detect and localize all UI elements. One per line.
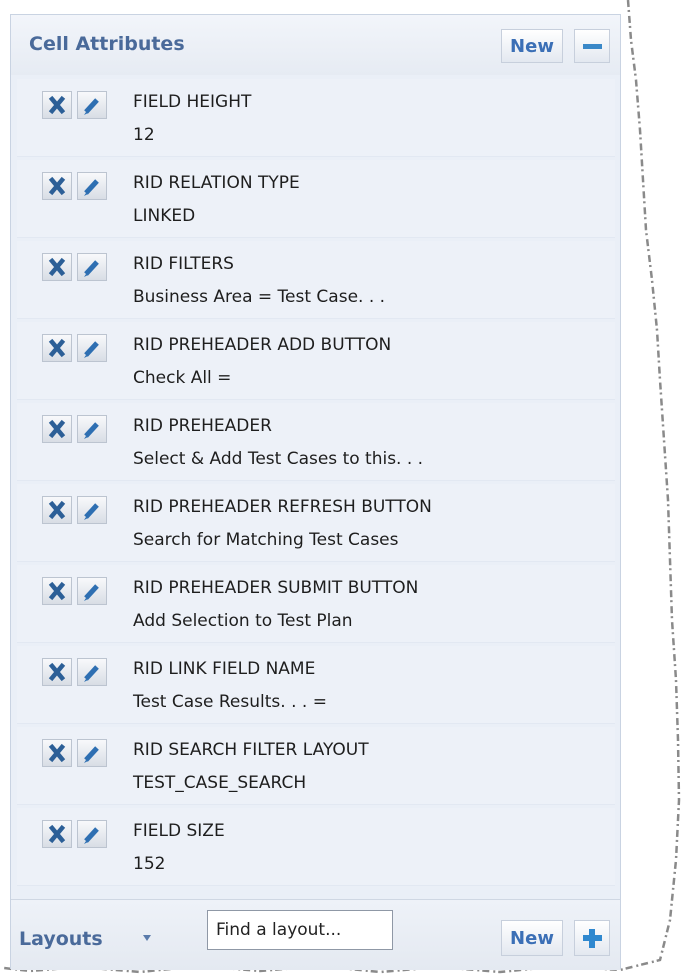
attribute-row: FIELD SIZE 152 (17, 808, 615, 886)
layouts-menu[interactable]: Layouts (19, 928, 103, 950)
delete-attribute-button[interactable] (42, 415, 72, 443)
edit-attribute-button[interactable] (77, 739, 107, 767)
attribute-value: 12 (133, 125, 155, 145)
attribute-name: RID PREHEADER ADD BUTTON (133, 335, 392, 355)
attribute-value: Search for Matching Test Cases (133, 530, 399, 550)
delete-attribute-button[interactable] (42, 820, 72, 848)
delete-attribute-button[interactable] (42, 172, 72, 200)
attribute-row: RID FILTERS Business Area = Test Case. . … (17, 241, 615, 319)
attribute-name: RID PREHEADER SUBMIT BUTTON (133, 578, 419, 598)
close-icon (48, 95, 66, 115)
edit-attribute-button[interactable] (77, 415, 107, 443)
attribute-row: RID PREHEADER SUBMIT BUTTON Add Selection… (17, 565, 615, 643)
pencil-icon (84, 341, 99, 358)
attribute-value: LINKED (133, 206, 196, 226)
cell-attributes-panel: Cell Attributes New FIELD HEIGHT 12 RID RE… (10, 14, 621, 970)
attribute-name: FIELD HEIGHT (133, 92, 252, 112)
attribute-row: RID PREHEADER ADD BUTTON Check All = (17, 322, 615, 400)
edit-attribute-button[interactable] (77, 658, 107, 686)
close-icon (48, 500, 66, 520)
delete-attribute-button[interactable] (42, 334, 72, 362)
pencil-icon (84, 260, 99, 277)
attribute-name: RID LINK FIELD NAME (133, 659, 316, 679)
close-icon (48, 338, 66, 358)
panel-title: Cell Attributes (29, 33, 185, 55)
edit-attribute-button[interactable] (77, 577, 107, 605)
pencil-icon (84, 665, 99, 682)
panel-header: Cell Attributes New (11, 15, 620, 75)
delete-attribute-button[interactable] (42, 253, 72, 281)
attribute-name: RID PREHEADER (133, 416, 272, 436)
pencil-icon (84, 422, 99, 439)
edit-attribute-button[interactable] (77, 820, 107, 848)
delete-attribute-button[interactable] (42, 91, 72, 119)
pencil-icon (84, 746, 99, 763)
delete-attribute-button[interactable] (42, 496, 72, 524)
close-icon (48, 419, 66, 439)
attribute-value: Test Case Results. . . = (133, 692, 327, 712)
edit-attribute-button[interactable] (77, 334, 107, 362)
attribute-name: RID SEARCH FILTER LAYOUT (133, 740, 369, 760)
close-icon (48, 581, 66, 601)
edit-attribute-button[interactable] (77, 91, 107, 119)
attribute-row: RID PREHEADER REFRESH BUTTON Search for M… (17, 484, 615, 562)
attribute-name: RID PREHEADER REFRESH BUTTON (133, 497, 432, 517)
close-icon (48, 662, 66, 682)
delete-attribute-button[interactable] (42, 739, 72, 767)
close-icon (48, 743, 66, 763)
close-icon (48, 176, 66, 196)
attribute-list: FIELD HEIGHT 12 RID RELATION TYPE LINKED RID… (17, 79, 615, 893)
close-icon (48, 824, 66, 844)
new-layout-button[interactable]: New (501, 920, 563, 956)
attribute-value: Check All = (133, 368, 232, 388)
layouts-footer: Layouts New (11, 899, 620, 970)
attribute-row: RID PREHEADER Select & Add Test Cases to … (17, 403, 615, 481)
attribute-name: FIELD SIZE (133, 821, 225, 841)
pencil-icon (84, 584, 99, 601)
delete-attribute-button[interactable] (42, 577, 72, 605)
attribute-value: Add Selection to Test Plan (133, 611, 353, 631)
attribute-value: Select & Add Test Cases to this. . . (133, 449, 424, 469)
edit-attribute-button[interactable] (77, 253, 107, 281)
close-icon (48, 257, 66, 277)
attribute-name: RID RELATION TYPE (133, 173, 300, 193)
delete-attribute-button[interactable] (42, 658, 72, 686)
pencil-icon (84, 503, 99, 520)
attribute-value: TEST_CASE_SEARCH (133, 773, 307, 793)
attribute-value: Business Area = Test Case. . . (133, 287, 386, 307)
attribute-row: RID RELATION TYPE LINKED (17, 160, 615, 238)
caret-down-icon[interactable] (143, 935, 151, 941)
attribute-row: RID SEARCH FILTER LAYOUT TEST_CASE_SEARCH (17, 727, 615, 805)
layout-search-input[interactable] (207, 910, 393, 950)
add-layout-button[interactable] (574, 920, 610, 956)
attribute-row: FIELD HEIGHT 12 (17, 79, 615, 157)
edit-attribute-button[interactable] (77, 496, 107, 524)
pencil-icon (84, 98, 99, 115)
collapse-button[interactable] (574, 29, 610, 63)
pencil-icon (84, 827, 99, 844)
attribute-row: RID LINK FIELD NAME Test Case Results. . … (17, 646, 615, 724)
edit-attribute-button[interactable] (77, 172, 107, 200)
pencil-icon (84, 179, 99, 196)
attribute-name: RID FILTERS (133, 254, 234, 274)
attribute-value: 152 (133, 854, 166, 874)
new-attribute-button[interactable]: New (501, 29, 563, 63)
